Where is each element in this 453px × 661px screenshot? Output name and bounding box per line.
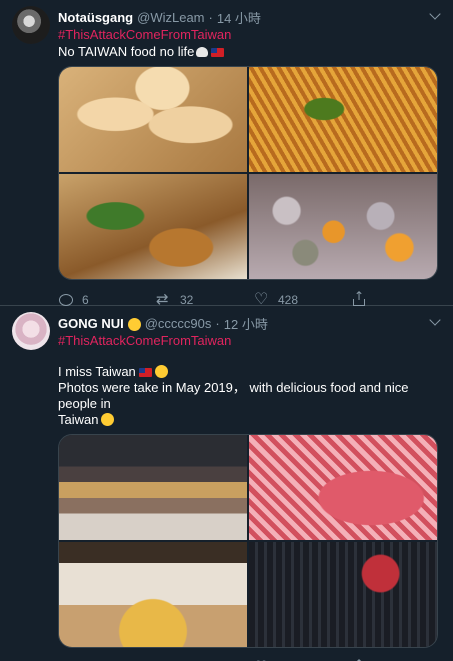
tweet-header: Notaüsgang @WizLeam · 14 小時 bbox=[58, 8, 441, 26]
tweet-text: I miss Taiwan Photos were take in May 20… bbox=[58, 364, 441, 428]
tweet-text-content: No TAIWAN food no life bbox=[58, 44, 195, 59]
like-count: 428 bbox=[278, 293, 299, 307]
retweet-count: 32 bbox=[180, 293, 194, 307]
tweet-text-content: I miss Taiwan bbox=[58, 364, 136, 379]
hashtag-link[interactable]: #ThisAttackComeFromTaiwan bbox=[58, 332, 441, 350]
photo-soup-dumplings[interactable] bbox=[59, 67, 247, 172]
taiwan-flag-icon bbox=[138, 368, 152, 377]
media-grid bbox=[58, 434, 438, 648]
tweet-text-line: Photos were take in May 2019， with delic… bbox=[58, 380, 409, 411]
avatar[interactable] bbox=[12, 312, 50, 350]
photo-food-stall[interactable] bbox=[59, 435, 247, 540]
grin-emoji-icon bbox=[101, 413, 115, 426]
tweet-text-line: I miss Taiwan bbox=[58, 364, 441, 380]
photo-stinky-tofu[interactable] bbox=[59, 174, 247, 279]
dumpling-emoji-icon bbox=[196, 47, 209, 57]
smile-emoji-icon bbox=[127, 317, 141, 331]
user-handle[interactable]: @WizLeam bbox=[137, 10, 204, 25]
media-grid bbox=[58, 66, 438, 280]
display-name[interactable]: Notaüsgang bbox=[58, 10, 133, 25]
separator-dot: · bbox=[215, 315, 220, 331]
tweet-header: GONG NUI @ccccc90s · 12 小時 bbox=[58, 314, 441, 332]
hashtag-link[interactable]: #ThisAttackComeFromTaiwan bbox=[58, 26, 441, 44]
photo-city-night[interactable] bbox=[249, 542, 437, 647]
user-handle[interactable]: @ccccc90s bbox=[145, 316, 212, 331]
tweet-text: No TAIWAN food no life bbox=[58, 44, 441, 60]
timestamp[interactable]: 14 小時 bbox=[217, 8, 261, 27]
photo-taro-balls[interactable] bbox=[249, 174, 437, 279]
photo-noodle-soup[interactable] bbox=[249, 67, 437, 172]
tweet[interactable]: GONG NUI @ccccc90s · 12 小時 #ThisAttackCo… bbox=[0, 306, 453, 661]
reply-count: 6 bbox=[82, 293, 89, 307]
photo-hotpot-meat[interactable] bbox=[249, 435, 437, 540]
photo-omelette-plate[interactable] bbox=[59, 542, 247, 647]
avatar[interactable] bbox=[12, 6, 50, 44]
separator-dot: · bbox=[208, 9, 213, 25]
tweet-text-content: Taiwan bbox=[58, 412, 99, 427]
display-name[interactable]: GONG NUI bbox=[58, 316, 124, 331]
timestamp[interactable]: 12 小時 bbox=[224, 314, 268, 333]
smile-emoji-icon bbox=[154, 365, 168, 378]
taiwan-flag-icon bbox=[211, 48, 225, 57]
tweet[interactable]: Notaüsgang @WizLeam · 14 小時 #ThisAttackC… bbox=[0, 0, 453, 308]
tweet-actions: 1 15 300 bbox=[58, 656, 441, 661]
tweet-text-line: Taiwan bbox=[58, 412, 441, 428]
